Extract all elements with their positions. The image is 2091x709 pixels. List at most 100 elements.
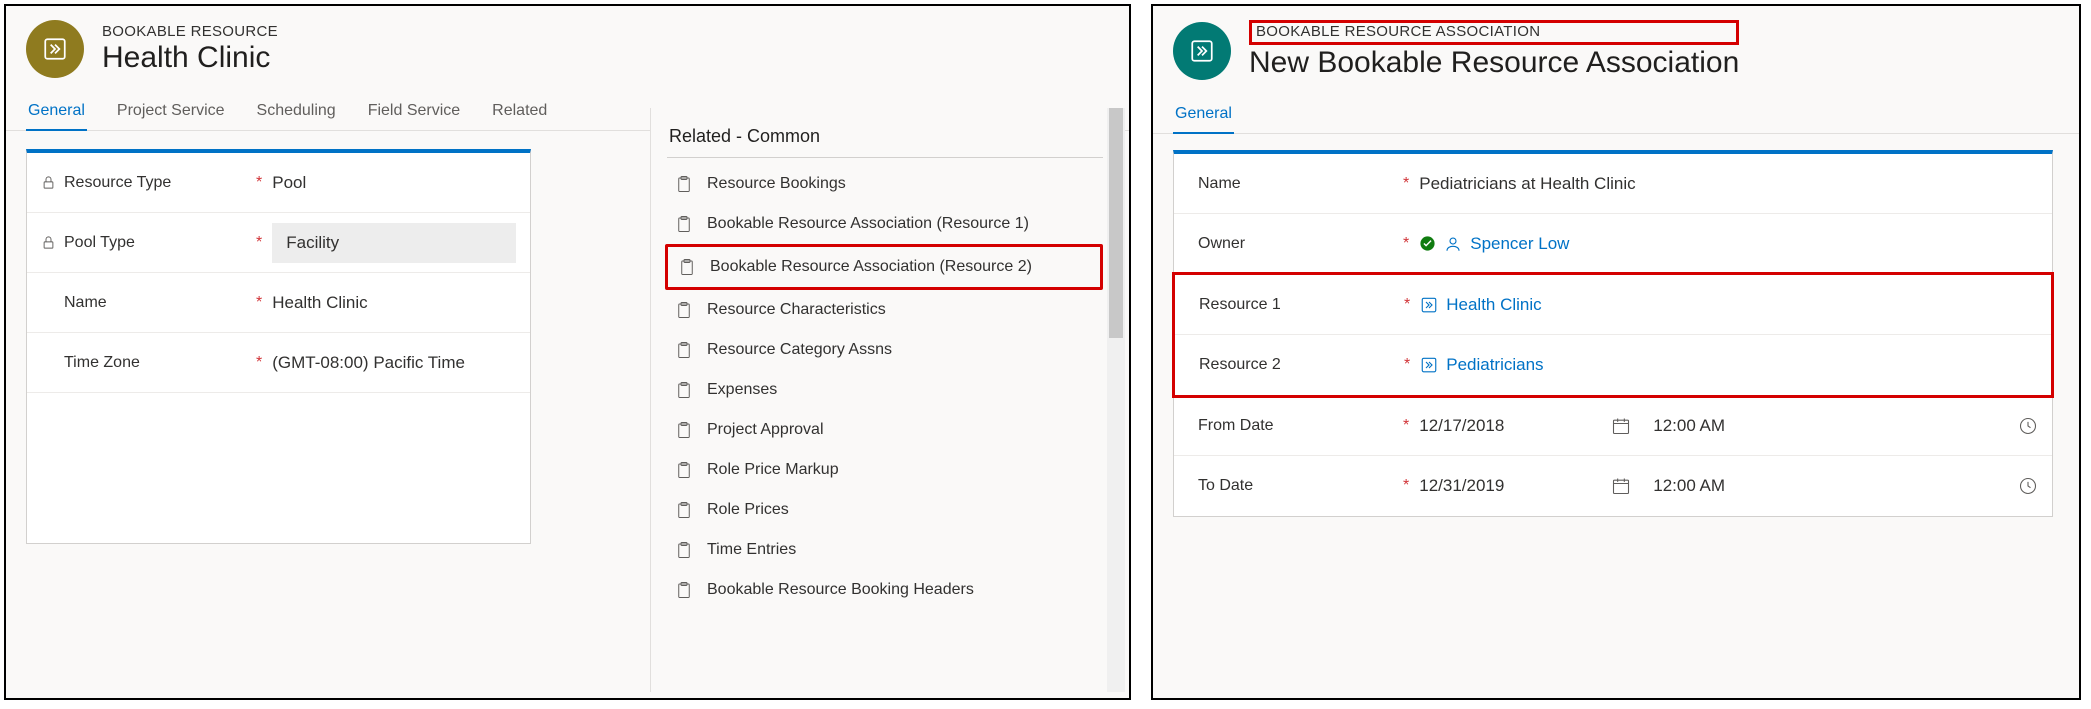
lock-icon	[41, 175, 56, 190]
field-resource-2: Resource 2 * Pediatricians	[1175, 335, 2051, 395]
tab-project-service[interactable]: Project Service	[115, 96, 227, 130]
related-item-bra2[interactable]: Bookable Resource Association (Resource …	[665, 244, 1103, 290]
field-owner: Owner * Spencer Low	[1174, 214, 2052, 274]
clock-icon[interactable]	[2018, 476, 2038, 496]
resource-icon	[1189, 38, 1215, 64]
field-label: From Date	[1198, 417, 1274, 435]
field-value[interactable]: Pool	[272, 173, 516, 193]
person-icon	[1444, 235, 1462, 253]
tab-bar: General	[1153, 99, 2079, 134]
record-header: BOOKABLE RESOURCE ASSOCIATION New Bookab…	[1153, 6, 2079, 99]
resource-icon	[1420, 356, 1438, 374]
field-label: Time Zone	[64, 354, 140, 372]
required-marker: *	[1403, 235, 1419, 253]
required-marker: *	[256, 294, 272, 312]
required-marker: *	[1403, 417, 1419, 435]
related-item-project-approval[interactable]: Project Approval	[665, 410, 1103, 450]
related-item-label: Bookable Resource Association (Resource …	[707, 215, 1029, 233]
clipboard-icon	[675, 540, 693, 560]
related-item-category-assns[interactable]: Resource Category Assns	[665, 330, 1103, 370]
field-label: To Date	[1198, 477, 1253, 495]
field-resource-1: Resource 1 * Health Clinic	[1175, 275, 2051, 335]
related-item-label: Time Entries	[707, 541, 796, 559]
related-item-resource-bookings[interactable]: Resource Bookings	[665, 164, 1103, 204]
resource1-lookup[interactable]: Health Clinic	[1420, 295, 2037, 315]
field-label: Resource Type	[64, 174, 171, 192]
calendar-icon[interactable]	[1611, 476, 1631, 496]
related-item-label: Project Approval	[707, 421, 824, 439]
field-label: Resource 2	[1199, 356, 1281, 374]
related-item-booking-headers[interactable]: Bookable Resource Booking Headers	[665, 570, 1103, 610]
scrollbar[interactable]	[1107, 108, 1125, 692]
scrollbar-thumb[interactable]	[1109, 108, 1123, 338]
related-item-role-price-markup[interactable]: Role Price Markup	[665, 450, 1103, 490]
related-item-time-entries[interactable]: Time Entries	[665, 530, 1103, 570]
resource2-name: Pediatricians	[1446, 355, 1543, 375]
entity-title: Health Clinic	[102, 40, 278, 76]
field-value[interactable]: Facility	[272, 223, 516, 263]
related-heading: Related - Common	[665, 122, 1125, 157]
to-time-value[interactable]: 12:00 AM	[1653, 476, 1996, 496]
required-marker: *	[1404, 296, 1420, 314]
field-label: Owner	[1198, 235, 1245, 253]
related-item-role-prices[interactable]: Role Prices	[665, 490, 1103, 530]
related-item-expenses[interactable]: Expenses	[665, 370, 1103, 410]
resource-icon	[42, 36, 68, 62]
resource1-name: Health Clinic	[1446, 295, 1541, 315]
clipboard-icon	[675, 500, 693, 520]
calendar-icon[interactable]	[1611, 416, 1631, 436]
from-time-value[interactable]: 12:00 AM	[1653, 416, 1996, 436]
field-value[interactable]: (GMT-08:00) Pacific Time	[272, 353, 516, 373]
clipboard-icon	[675, 580, 693, 600]
clipboard-icon	[678, 257, 696, 277]
tab-scheduling[interactable]: Scheduling	[255, 96, 338, 130]
field-label: Resource 1	[1199, 296, 1281, 314]
related-item-label: Resource Characteristics	[707, 301, 886, 319]
lock-icon	[41, 235, 56, 250]
related-item-label: Role Price Markup	[707, 461, 839, 479]
right-pane: BOOKABLE RESOURCE ASSOCIATION New Bookab…	[1151, 4, 2081, 700]
clipboard-icon	[675, 460, 693, 480]
related-item-label: Bookable Resource Booking Headers	[707, 581, 974, 599]
divider	[667, 157, 1103, 158]
field-value[interactable]: Health Clinic	[272, 293, 516, 313]
field-label: Name	[1198, 175, 1241, 193]
entity-avatar	[26, 20, 84, 78]
tab-related[interactable]: Related	[490, 96, 549, 130]
check-circle-icon	[1419, 235, 1436, 252]
entity-avatar	[1173, 22, 1231, 80]
to-date-value[interactable]: 12/31/2019	[1419, 476, 1589, 496]
clock-icon[interactable]	[2018, 416, 2038, 436]
related-item-label: Role Prices	[707, 501, 789, 519]
record-header: BOOKABLE RESOURCE Health Clinic	[6, 6, 1129, 96]
clipboard-icon	[675, 300, 693, 320]
tab-general[interactable]: General	[1173, 99, 1234, 133]
related-item-characteristics[interactable]: Resource Characteristics	[665, 290, 1103, 330]
entity-title: New Bookable Resource Association	[1249, 45, 1739, 81]
required-marker: *	[1404, 356, 1420, 374]
resource2-lookup[interactable]: Pediatricians	[1420, 355, 2037, 375]
related-item-label: Resource Category Assns	[707, 341, 892, 359]
required-marker: *	[1403, 175, 1419, 193]
field-name: Name * Pediatricians at Health Clinic	[1174, 154, 2052, 214]
tab-field-service[interactable]: Field Service	[366, 96, 462, 130]
related-item-label: Resource Bookings	[707, 175, 846, 193]
clipboard-icon	[675, 214, 693, 234]
related-item-label: Bookable Resource Association (Resource …	[710, 258, 1032, 276]
field-resource-type: Resource Type * Pool	[27, 153, 530, 213]
owner-lookup[interactable]: Spencer Low	[1419, 234, 2038, 254]
related-panel: Related - Common Resource Bookings Booka…	[650, 108, 1125, 692]
related-item-bra1[interactable]: Bookable Resource Association (Resource …	[665, 204, 1103, 244]
field-pool-type: Pool Type * Facility	[27, 213, 530, 273]
field-time-zone: Time Zone * (GMT-08:00) Pacific Time	[27, 333, 530, 393]
clipboard-icon	[675, 380, 693, 400]
from-date-value[interactable]: 12/17/2018	[1419, 416, 1589, 436]
tab-general[interactable]: General	[26, 96, 87, 130]
related-item-label: Expenses	[707, 381, 777, 399]
field-value[interactable]: Pediatricians at Health Clinic	[1419, 174, 2038, 194]
field-name: Name * Health Clinic	[27, 273, 530, 333]
field-label: Name	[64, 294, 107, 312]
clipboard-icon	[675, 340, 693, 360]
field-from-date: From Date * 12/17/2018 12:00 AM	[1174, 396, 2052, 456]
field-to-date: To Date * 12/31/2019 12:00 AM	[1174, 456, 2052, 516]
